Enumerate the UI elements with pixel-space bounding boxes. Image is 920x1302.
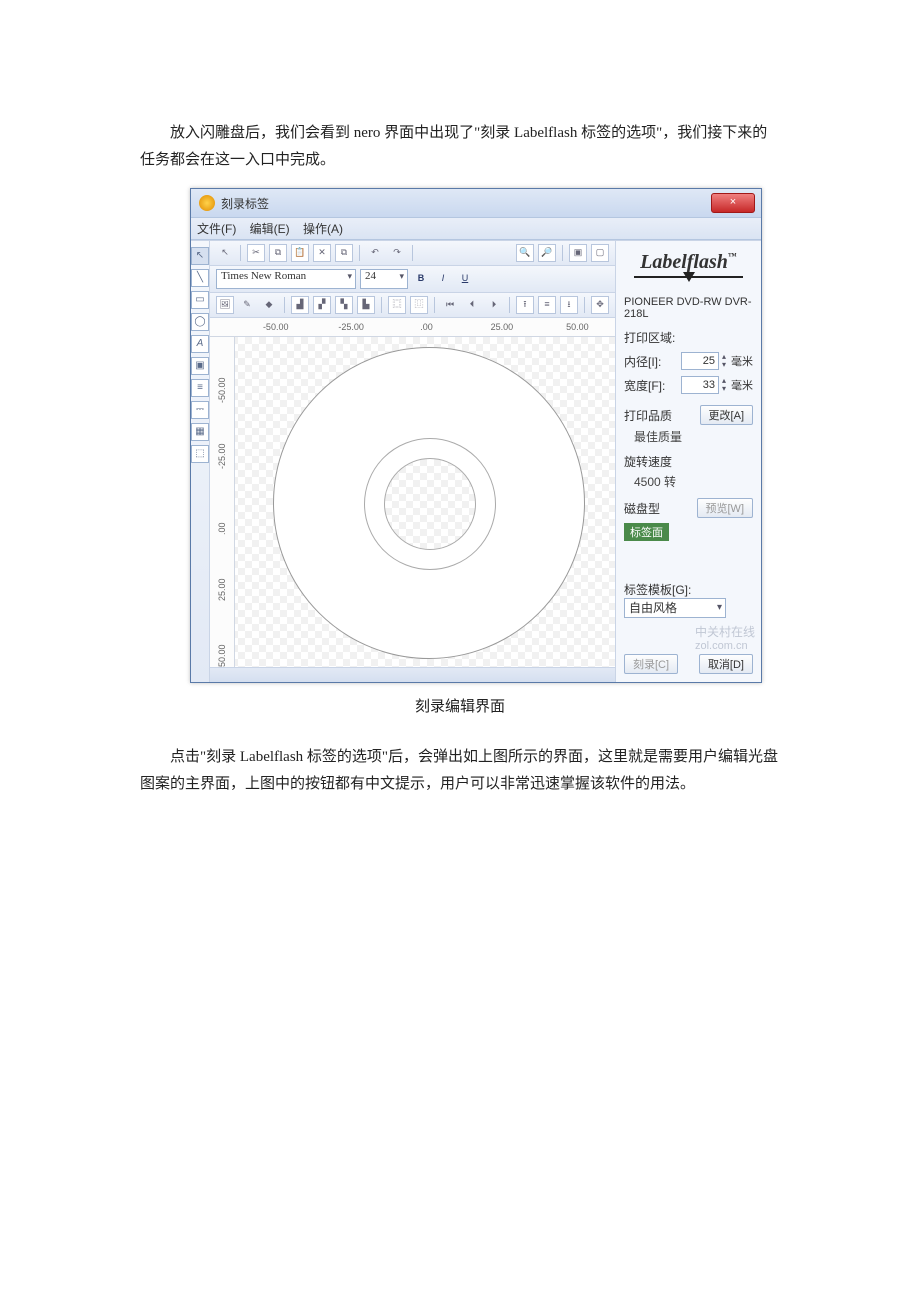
align-bot-icon[interactable]: ⭳ <box>560 296 578 314</box>
pen-icon[interactable]: ✎ <box>238 296 256 314</box>
next-icon[interactable]: ⏵ <box>485 296 503 314</box>
copy-icon[interactable]: ⧉ <box>269 244 287 262</box>
speed-value: 4500 转 <box>634 473 753 490</box>
disc-outline <box>273 347 585 659</box>
spinner-icon[interactable]: ▴▾ <box>719 377 729 393</box>
image-tool-icon[interactable]: ▦ <box>191 423 209 441</box>
titlebar: 刻录标签 × <box>191 189 761 218</box>
paste-icon[interactable]: 📋 <box>291 244 309 262</box>
width-input[interactable]: 33 <box>681 376 719 394</box>
close-button[interactable]: × <box>711 193 755 213</box>
actual-icon[interactable]: ▢ <box>591 244 609 262</box>
template-select[interactable]: 自由风格 <box>624 598 726 618</box>
center-panel: ↖ ✂ ⧉ 📋 ✕ ⧉ ↶ ↷ 🔍 🔎 <box>210 241 615 682</box>
line-tool-icon[interactable]: ╲ <box>191 269 209 287</box>
disc-type-label: 磁盘型 <box>624 500 697 517</box>
prev-icon[interactable]: ⏴ <box>463 296 481 314</box>
bold-icon[interactable]: B <box>412 270 430 288</box>
field-tool-icon[interactable]: ▣ <box>191 357 209 375</box>
back-icon[interactable]: ▙ <box>357 296 375 314</box>
ruler-horizontal: -50.00 -25.00 .00 25.00 50.00 <box>210 318 615 337</box>
center-icon[interactable]: ✥ <box>591 296 609 314</box>
device-name: PIONEER DVD-RW DVR-218L <box>624 296 753 320</box>
disc-type-tag: 标签面 <box>624 523 669 541</box>
align-mid-icon[interactable]: ≡ <box>538 296 556 314</box>
app-icon <box>199 195 215 211</box>
print-area-label: 打印区域: <box>624 329 753 346</box>
cancel-button[interactable]: 取消[D] <box>699 654 753 674</box>
preview-button[interactable]: 预览[W] <box>697 498 754 518</box>
backward-icon[interactable]: ▚ <box>335 296 353 314</box>
inner-diameter-input[interactable]: 25 <box>681 352 719 370</box>
paragraph-1: 放入闪雕盘后，我们会看到 nero 界面中出现了"刻录 Labelflash 标… <box>140 120 780 174</box>
toolbar-layout: 🖼 ✎ ◆ ▟ ▞ ▚ ▙ ⿴ ⿶ ⏮ ⏴ ⏵ <box>210 293 615 318</box>
screenshot-figure: 刻录标签 × 文件(F) 编辑(E) 操作(A) ↖ ╲ ▭ ◯ A ▣ <box>190 188 785 683</box>
quality-label: 打印品质 <box>624 407 700 424</box>
underline-icon[interactable]: U <box>456 270 474 288</box>
crop-tool-icon[interactable]: ⬚ <box>191 445 209 463</box>
toolbar-main: ↖ ✂ ⧉ 📋 ✕ ⧉ ↶ ↷ 🔍 🔎 <box>210 241 615 266</box>
right-panel: Labelflash™ PIONEER DVD-RW DVR-218L 打印区域… <box>615 241 761 682</box>
font-size-select[interactable]: 24 <box>360 269 408 289</box>
redo-icon[interactable]: ↷ <box>388 244 406 262</box>
delete-icon[interactable]: ✕ <box>313 244 331 262</box>
inner-diameter-label: 内径[I]: <box>624 353 681 370</box>
burn-button[interactable]: 刻录[C] <box>624 654 678 674</box>
zoom-in-icon[interactable]: 🔍 <box>516 244 534 262</box>
cut-icon[interactable]: ✂ <box>247 244 265 262</box>
menubar: 文件(F) 编辑(E) 操作(A) <box>191 218 761 240</box>
figure-caption: 刻录编辑界面 <box>140 695 780 716</box>
pointer-tool-icon[interactable]: ↖ <box>191 247 209 265</box>
font-family-select[interactable]: Times New Roman <box>216 269 356 289</box>
text-tool-icon[interactable]: A <box>191 335 209 353</box>
speed-label: 旋转速度 <box>624 453 753 470</box>
app-window: 刻录标签 × 文件(F) 编辑(E) 操作(A) ↖ ╲ ▭ ◯ A ▣ <box>190 188 762 683</box>
labelflash-logo: Labelflash™ <box>624 251 753 274</box>
template-label: 标签模板[G]: <box>624 581 753 598</box>
canvas-area[interactable]: -50.00 -25.00 .00 25.00 50.00 <box>210 337 615 667</box>
ungroup-icon[interactable]: ⿶ <box>410 296 428 314</box>
quality-value: 最佳质量 <box>634 428 753 445</box>
duplicate-icon[interactable]: ⧉ <box>335 244 353 262</box>
list-tool-icon[interactable]: ≡ <box>191 379 209 397</box>
zoom-out-icon[interactable]: 🔎 <box>538 244 556 262</box>
paragraph-2: 点击"刻录 Labelflash 标签的选项"后，会弹出如上图所示的界面，这里就… <box>140 744 780 798</box>
italic-icon[interactable]: I <box>434 270 452 288</box>
statusbar <box>210 667 615 682</box>
cursor-icon[interactable]: ↖ <box>216 244 234 262</box>
anchor-tool-icon[interactable]: ⎓ <box>191 401 209 419</box>
toolbar-font: Times New Roman 24 B I U <box>210 266 615 293</box>
left-toolbar: ↖ ╲ ▭ ◯ A ▣ ≡ ⎓ ▦ ⬚ <box>191 241 210 682</box>
ellipse-tool-icon[interactable]: ◯ <box>191 313 209 331</box>
ruler-vertical: -50.00 -25.00 .00 25.00 50.00 <box>210 337 235 667</box>
menu-file[interactable]: 文件(F) <box>197 222 236 236</box>
first-icon[interactable]: ⏮ <box>441 296 459 314</box>
menu-action[interactable]: 操作(A) <box>303 222 343 236</box>
spinner-icon[interactable]: ▴▾ <box>719 353 729 369</box>
fit-icon[interactable]: ▣ <box>569 244 587 262</box>
align-top-icon[interactable]: ⭱ <box>516 296 534 314</box>
image-button-icon[interactable]: 🖼 <box>216 296 234 314</box>
forward-icon[interactable]: ▞ <box>313 296 331 314</box>
rect-tool-icon[interactable]: ▭ <box>191 291 209 309</box>
width-label: 宽度[F]: <box>624 377 681 394</box>
front-icon[interactable]: ▟ <box>291 296 309 314</box>
fill-icon[interactable]: ◆ <box>260 296 278 314</box>
menu-edit[interactable]: 编辑(E) <box>250 222 290 236</box>
undo-icon[interactable]: ↶ <box>366 244 384 262</box>
change-button[interactable]: 更改[A] <box>700 405 753 425</box>
window-title: 刻录标签 <box>221 195 269 212</box>
group-icon[interactable]: ⿴ <box>388 296 406 314</box>
